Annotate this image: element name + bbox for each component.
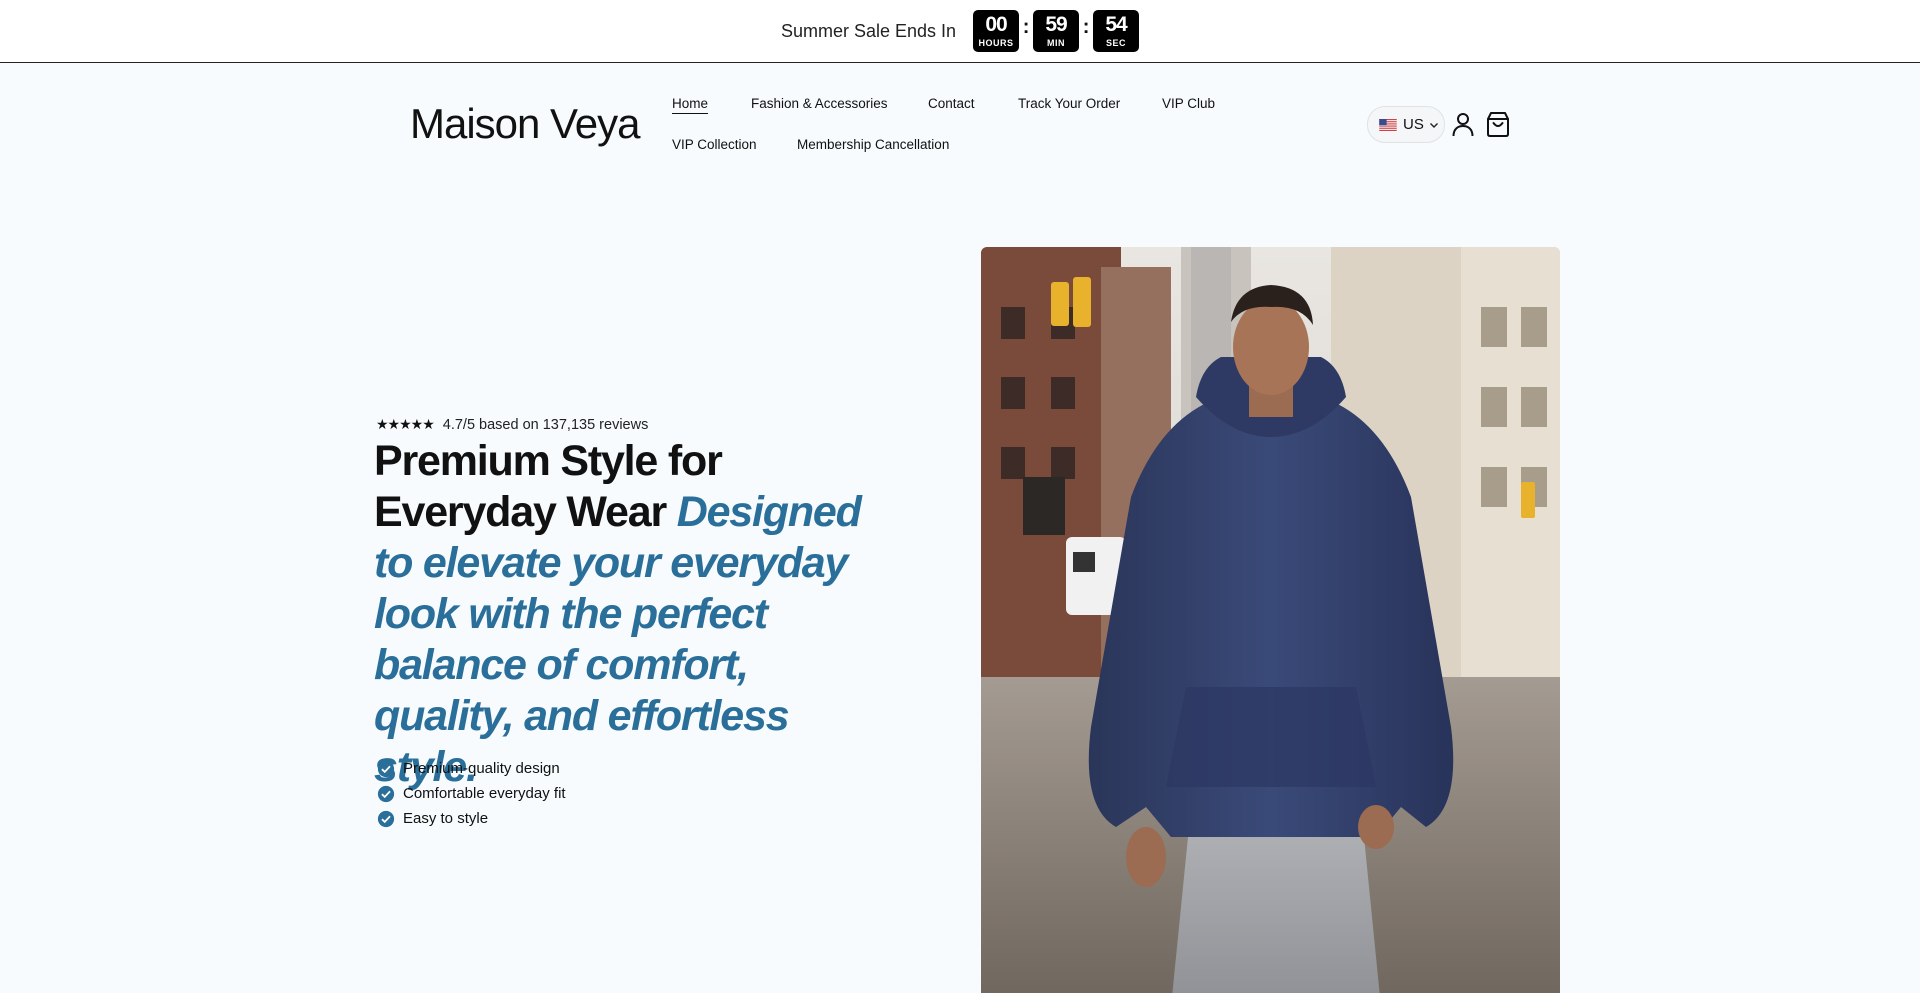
account-icon	[1452, 113, 1474, 137]
countdown-seconds-value: 54	[1105, 13, 1127, 36]
country-code: US	[1403, 116, 1424, 133]
list-item: Premium-quality design	[377, 756, 566, 781]
announcement-text: Summer Sale Ends In	[780, 20, 957, 41]
countdown-separator: :	[1082, 16, 1090, 38]
cart-button[interactable]	[1484, 109, 1512, 139]
hero-headline-plain: Premium Style for Everyday Wear	[374, 437, 723, 536]
hero-photo-illustration	[981, 247, 1560, 993]
site-logo[interactable]: Maison Veya	[410, 100, 640, 148]
account-button[interactable]	[1450, 110, 1476, 138]
nav-home[interactable]: Home	[672, 96, 709, 114]
feature-text: Comfortable everyday fit	[403, 785, 566, 802]
check-badge-icon	[377, 810, 395, 827]
nav-vip-club[interactable]: VIP Club	[1162, 96, 1215, 111]
feature-text: Premium-quality design	[403, 760, 560, 777]
chevron-down-icon	[1429, 122, 1438, 128]
star-rating-icon: ★★★★★	[376, 416, 435, 432]
check-badge-icon	[377, 760, 395, 777]
list-item: Comfortable everyday fit	[377, 781, 566, 806]
us-flag-icon	[1379, 118, 1397, 131]
announcement-bar: Summer Sale Ends In 00 HOURS : 59 MIN : …	[0, 0, 1920, 63]
feature-text: Easy to style	[403, 810, 489, 827]
countdown-minutes: 59 MIN	[1033, 10, 1080, 52]
hero-image	[981, 247, 1560, 993]
check-badge-icon	[377, 785, 395, 802]
nav-vip-collection[interactable]: VIP Collection	[672, 137, 757, 152]
nav-contact[interactable]: Contact	[928, 96, 975, 111]
nav-fashion-accessories[interactable]: Fashion & Accessories	[751, 96, 888, 111]
countdown-hours: 00 HOURS	[973, 10, 1020, 52]
feature-list: Premium-quality design Comfortable every…	[377, 756, 566, 831]
countdown-minutes-label: MIN	[1047, 38, 1066, 48]
list-item: Easy to style	[377, 806, 566, 831]
countdown-hours-value: 00	[985, 13, 1007, 36]
countdown-hours-label: HOURS	[978, 38, 1014, 48]
hero-headline: Premium Style for Everyday Wear Designed…	[374, 436, 894, 793]
nav-track-order[interactable]: Track Your Order	[1018, 96, 1120, 111]
rating-text: 4.7/5 based on 137,135 reviews	[442, 416, 649, 433]
nav-membership-cancellation[interactable]: Membership Cancellation	[797, 137, 949, 152]
country-selector[interactable]: US	[1367, 106, 1445, 143]
countdown-seconds: 54 SEC	[1093, 10, 1140, 52]
countdown-separator: :	[1022, 16, 1030, 38]
cart-icon	[1487, 112, 1509, 137]
countdown-seconds-label: SEC	[1106, 38, 1127, 48]
rating-summary: ★★★★★ 4.7/5 based on 137,135 reviews	[376, 416, 648, 433]
countdown-minutes-value: 59	[1045, 13, 1067, 36]
